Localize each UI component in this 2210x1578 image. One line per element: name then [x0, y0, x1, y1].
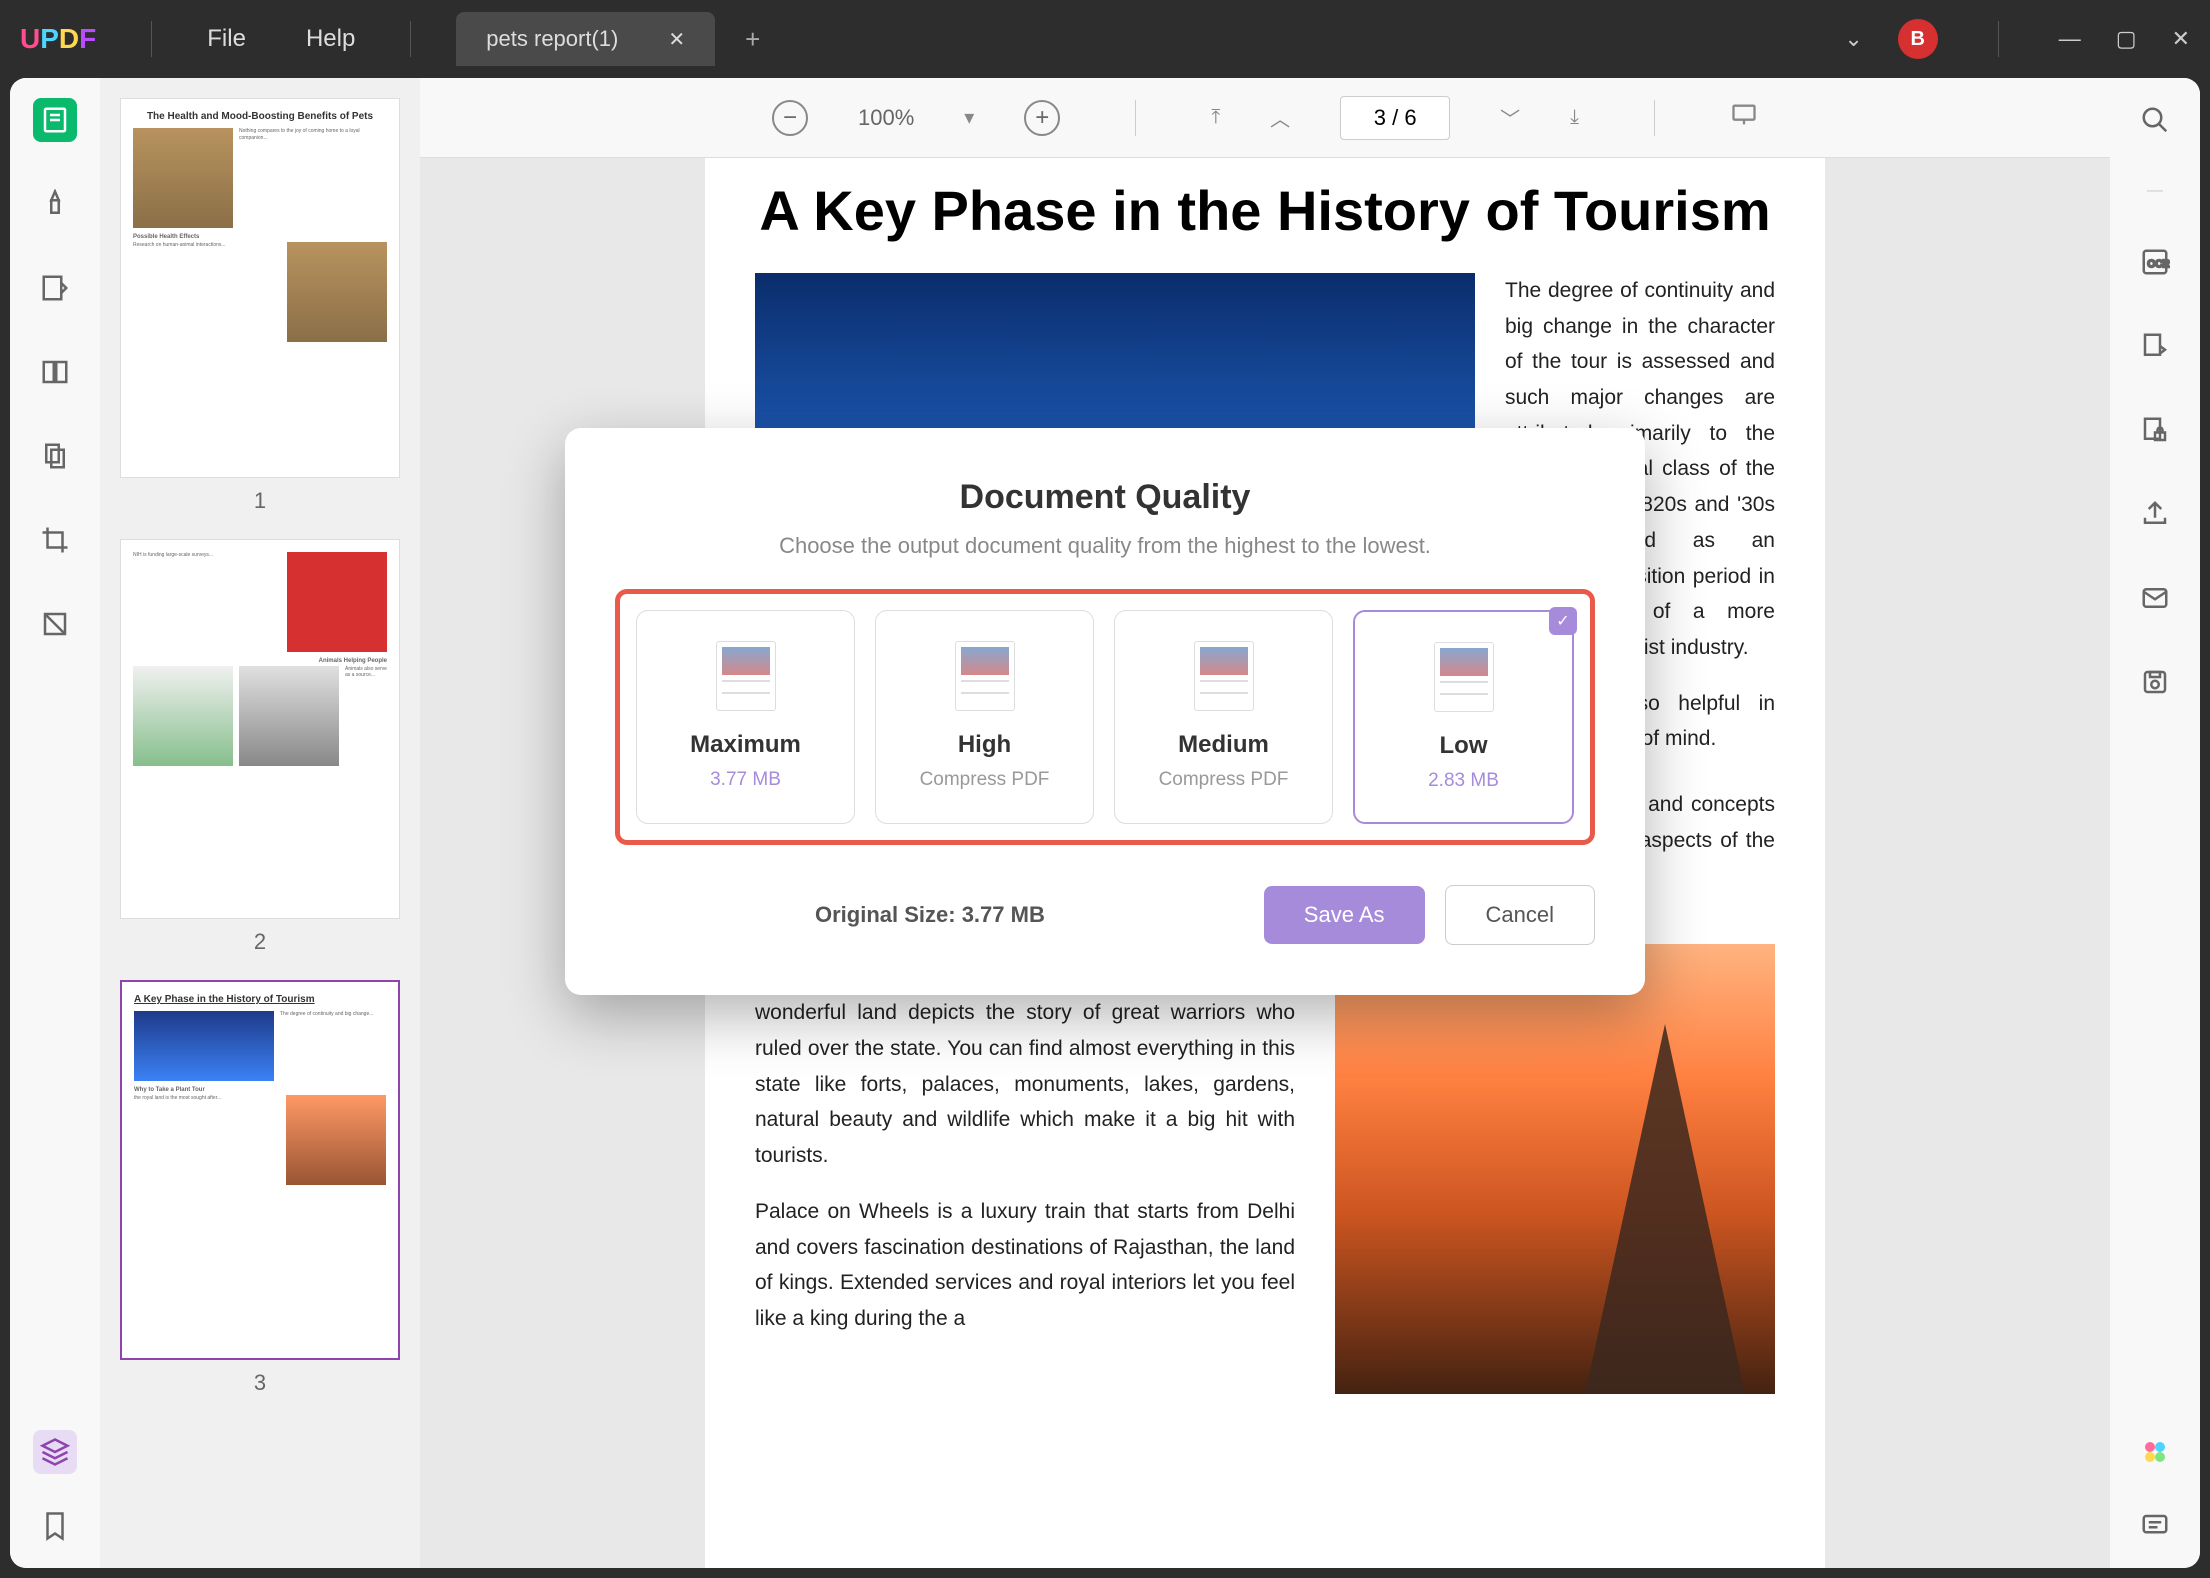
- menu-file[interactable]: File: [207, 25, 246, 53]
- quality-sub: Compress PDF: [886, 769, 1083, 791]
- check-icon: ✓: [1549, 607, 1577, 635]
- modal-title: Document Quality: [615, 478, 1595, 517]
- close-icon[interactable]: ✕: [2172, 26, 2190, 52]
- app-logo: UPDF: [20, 23, 96, 55]
- quality-size: 3.77 MB: [647, 769, 844, 791]
- save-as-button[interactable]: Save As: [1264, 886, 1425, 944]
- quality-name: Maximum: [647, 731, 844, 759]
- quality-options-highlight: Maximum 3.77 MB High Compress PDF Medium…: [615, 589, 1595, 845]
- cancel-button[interactable]: Cancel: [1445, 885, 1595, 945]
- quality-medium[interactable]: Medium Compress PDF: [1114, 610, 1333, 824]
- quality-high[interactable]: High Compress PDF: [875, 610, 1094, 824]
- quality-maximum[interactable]: Maximum 3.77 MB: [636, 610, 855, 824]
- user-avatar[interactable]: B: [1898, 19, 1938, 59]
- quality-sub: Compress PDF: [1125, 769, 1322, 791]
- modal-subtitle: Choose the output document quality from …: [615, 533, 1595, 559]
- quality-preview-icon: [955, 641, 1015, 711]
- quality-low[interactable]: ✓ Low 2.83 MB: [1353, 610, 1574, 824]
- quality-preview-icon: [1194, 641, 1254, 711]
- quality-size: 2.83 MB: [1365, 770, 1562, 792]
- quality-preview-icon: [1434, 642, 1494, 712]
- chevron-down-icon[interactable]: ⌄: [1844, 26, 1862, 52]
- titlebar: UPDF File Help pets report(1) ✕ + ⌄ B — …: [0, 0, 2210, 78]
- tab-add-icon[interactable]: +: [745, 24, 760, 55]
- quality-name: Low: [1365, 732, 1562, 760]
- tab-close-icon[interactable]: ✕: [668, 27, 685, 52]
- quality-name: High: [886, 731, 1083, 759]
- tab-title: pets report(1): [486, 26, 618, 52]
- modal-overlay: Document Quality Choose the output docum…: [10, 78, 2200, 1568]
- document-tab[interactable]: pets report(1) ✕: [456, 12, 715, 66]
- quality-preview-icon: [716, 641, 776, 711]
- maximize-icon[interactable]: ▢: [2116, 26, 2137, 52]
- menu-help[interactable]: Help: [306, 25, 355, 53]
- minimize-icon[interactable]: —: [2059, 26, 2081, 52]
- quality-name: Medium: [1125, 731, 1322, 759]
- quality-modal: Document Quality Choose the output docum…: [565, 428, 1645, 995]
- original-size-label: Original Size: 3.77 MB: [815, 902, 1045, 928]
